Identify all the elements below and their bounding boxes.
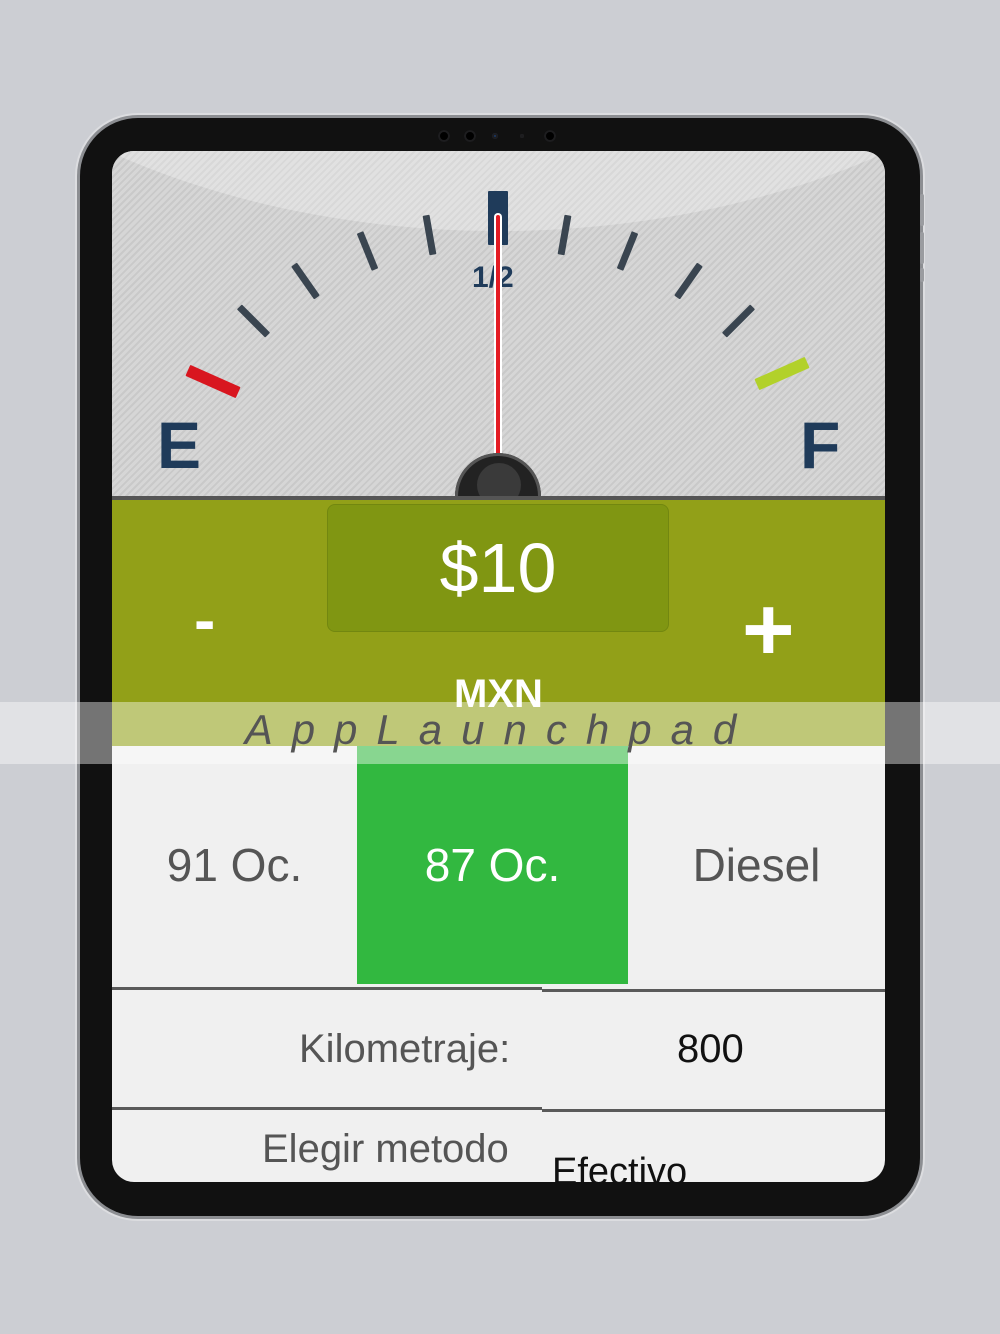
decrease-amount-button[interactable]: - xyxy=(194,588,215,652)
gauge-tick xyxy=(674,262,703,300)
mileage-label: Kilometraje: xyxy=(299,1027,511,1071)
gauge-tick-full xyxy=(754,356,810,391)
fuel-option-87[interactable]: 87 Oc. xyxy=(357,746,628,984)
volume-button xyxy=(920,194,924,226)
mileage-value[interactable]: 800 xyxy=(677,1027,744,1072)
power-button xyxy=(920,268,924,282)
watermark-banner: AppLaunchpad xyxy=(0,702,1000,764)
fuel-type-selector: 91 Oc. 87 Oc. Diesel xyxy=(112,746,885,984)
gauge-full-label: F xyxy=(800,408,841,482)
gauge-tick xyxy=(236,304,271,338)
volume-button xyxy=(920,232,924,264)
payment-method-value[interactable]: Efectivo xyxy=(552,1151,687,1182)
row-divider xyxy=(112,1107,542,1110)
gauge-tick-empty xyxy=(185,364,241,399)
row-divider xyxy=(542,1109,885,1112)
gauge-tick xyxy=(616,231,639,271)
fuel-option-91[interactable]: 91 Oc. xyxy=(112,746,357,984)
amount-display[interactable]: $10 xyxy=(327,504,669,632)
gauge-empty-label: E xyxy=(157,408,202,482)
row-divider xyxy=(542,989,885,992)
fuel-gauge: E F 1/2 xyxy=(112,151,885,539)
camera-icon xyxy=(438,130,450,142)
gauge-tick xyxy=(356,231,379,271)
gauge-tick xyxy=(291,262,320,300)
fuel-option-diesel[interactable]: Diesel xyxy=(628,746,885,984)
camera-icon xyxy=(464,130,476,142)
gauge-half-label: 1/2 xyxy=(472,261,514,294)
increase-amount-button[interactable]: + xyxy=(742,585,795,675)
payment-method-label: Elegir metodo xyxy=(262,1127,509,1171)
tablet-frame: E F 1/2 $10 - + MXN 91 Oc. 87 Oc. Diesel… xyxy=(80,118,924,1216)
camera-icon xyxy=(520,134,524,138)
row-divider xyxy=(112,987,542,990)
camera-icon xyxy=(544,130,556,142)
app-screen: E F 1/2 $10 - + MXN 91 Oc. 87 Oc. Diesel… xyxy=(112,151,885,1182)
camera-icon xyxy=(492,133,498,139)
gauge-tick xyxy=(721,304,756,338)
gauge-needle xyxy=(496,215,500,465)
